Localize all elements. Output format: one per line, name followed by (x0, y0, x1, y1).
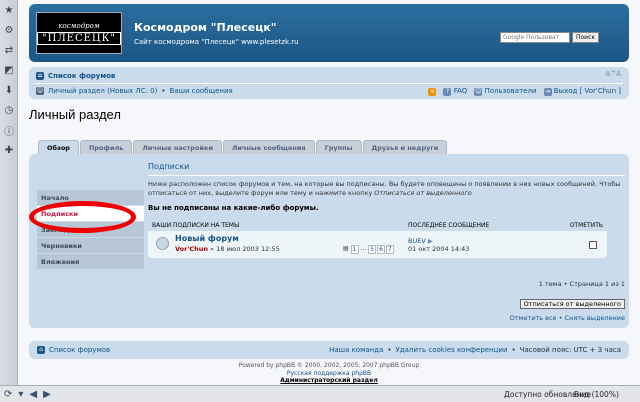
red-highlight-oval (29, 201, 136, 233)
delete-cookies-link[interactable]: Удалить cookies конференции (396, 346, 508, 354)
site-header: космодром "ПЛЕСЕЦК" Космодром "Плесецк" … (29, 4, 629, 62)
content-heading: Подписки (148, 162, 625, 176)
tab-preferences[interactable]: Личные настройки (133, 140, 222, 154)
refresh-icon[interactable]: ⟳ (4, 389, 12, 400)
tab-profile[interactable]: Профиль (79, 140, 133, 154)
members-link[interactable]: Пользователи (485, 87, 537, 95)
nav-bullet: • (161, 87, 166, 95)
faq-link[interactable]: FAQ (454, 87, 468, 95)
copyright: Powered by phpBB © 2000, 2002, 2005, 200… (29, 362, 629, 385)
logo-text-bottom: "ПЛЕСЕЦК" (37, 31, 121, 45)
page-link[interactable]: 5 (368, 245, 377, 254)
view-latest-icon[interactable]: ▶ (428, 237, 433, 245)
feed-icon[interactable]: ◩ (3, 64, 15, 76)
page-title: Личный раздел (29, 107, 121, 122)
support-link[interactable]: Русская поддержка phpBB (287, 370, 371, 377)
chevron-down-icon[interactable]: ▾ (18, 389, 23, 400)
timezone-text: Часовой пояс: UTC + 3 часа (519, 346, 621, 354)
unsubscribe-button[interactable]: Отписаться от выделенного (519, 299, 625, 309)
home-icon: ⌂ (36, 72, 44, 80)
footer-forum-list-link[interactable]: Список форумов (49, 346, 110, 354)
site-logo[interactable]: космодром "ПЛЕСЕЦК" (36, 12, 122, 54)
table-header: ВАШИ ПОДПИСКИ НА ТЕМЫ ПОСЛЕДНЕЕ СООБЩЕНИ… (148, 220, 607, 231)
menu-item-drafts[interactable]: Черновики (37, 238, 144, 253)
topic-author[interactable]: Vor'Chun (175, 245, 208, 253)
team-link[interactable]: Наша команда (329, 346, 383, 354)
tabs: Обзор Профиль Личные настройки Личные со… (38, 140, 448, 154)
site-title: Космодром "Плесецк" (134, 21, 277, 34)
logo-text-top: космодром (58, 21, 100, 30)
footer-navbar: ⌂ Список форумов Наша команда • Удалить c… (29, 341, 629, 359)
topic-meta: Vor'Chun » 18 июл 2003 12:55 (175, 245, 280, 253)
navbar: ⌂ Список форумов A^A ☺ Личный раздел (Но… (29, 67, 629, 99)
page-link[interactable]: 7 (385, 245, 394, 254)
header-mark: ОТМЕТИТЬ (569, 222, 603, 229)
header-topics: ВАШИ ПОДПИСКИ НА ТЕМЫ (152, 222, 240, 229)
back-icon[interactable]: ◀ (29, 389, 37, 400)
users-item[interactable]: ☺ Пользователи (474, 87, 537, 96)
search-button[interactable]: Поиск (571, 32, 599, 43)
search-box: Поиск (499, 32, 599, 43)
nav-divider (35, 83, 623, 84)
members-icon: ☺ (474, 88, 483, 96)
tab-friends-foes[interactable]: Друзья и недруги (362, 140, 448, 154)
page: космодром "ПЛЕСЕЦК" Космодром "Плесецк" … (18, 0, 640, 385)
zoom-level[interactable]: Вид (100%) (574, 390, 619, 399)
pages-icon: ▤ (343, 245, 349, 252)
ucp-panel: Начало Подписки Закладки Черновики Вложе… (29, 154, 629, 328)
tab-private-messages[interactable]: Личные сообщения (223, 140, 315, 154)
forum-list-link[interactable]: Список форумов (48, 72, 115, 80)
pagination: 1 тема • Страница 1 из 1 (538, 280, 625, 288)
star-icon[interactable]: ★ (3, 4, 15, 16)
search-input[interactable] (499, 32, 570, 43)
add-icon[interactable]: ✚ (3, 144, 15, 156)
intro-text: Ниже расположен список форумов и тем, на… (148, 180, 621, 197)
tab-overview[interactable]: Обзор (38, 140, 79, 154)
page-link[interactable]: 1 (350, 245, 359, 254)
status-bar: ⟳ ▾ ◀ ▶ Доступно обновление Вид (100%) (0, 385, 640, 402)
topic-title-link[interactable]: Новый форум (175, 234, 239, 243)
gear-icon[interactable]: ⚙ (3, 24, 15, 36)
logout-item[interactable]: ⇥ Выход [ Vor'Chun ] (543, 87, 621, 96)
browser-sidebar: ★ ⚙ ⇄ ◩ ⬇ ◷ ⓘ ✚ (0, 0, 18, 385)
faq-item[interactable]: ? FAQ (443, 87, 467, 96)
personal-section-link[interactable]: Личный раздел (Новых ЛС: 0) (48, 87, 157, 95)
table-row: Новый форум Vor'Chun » 18 июл 2003 12:55… (148, 231, 607, 258)
header-last-post: ПОСЛЕДНЕЕ СООБЩЕНИЕ (408, 222, 490, 229)
mark-all-link[interactable]: Отметить все (510, 314, 557, 322)
site-description: Сайт космодрома "Плесецк" www.plesetzk.r… (134, 38, 299, 46)
topic-date: » 18 июл 2003 12:55 (210, 245, 280, 253)
logout-link[interactable]: Выход [ Vor'Chun ] (554, 87, 621, 95)
subscribed-topics-table: ВАШИ ПОДПИСКИ НА ТЕМЫ ПОСЛЕДНЕЕ СООБЩЕНИ… (148, 220, 607, 258)
home-icon: ⌂ (37, 346, 45, 354)
your-posts-link[interactable]: Ваши сообщения (170, 87, 233, 95)
tab-groups[interactable]: Группы (315, 140, 362, 154)
download-icon[interactable]: ⬇ (3, 84, 15, 96)
help-icon: ? (443, 88, 452, 96)
clock-icon[interactable]: ◷ (3, 104, 15, 116)
rss-icon[interactable]: ≋ (428, 87, 437, 96)
share-icon[interactable]: ⇄ (3, 44, 15, 56)
forward-icon[interactable]: ▶ (43, 389, 51, 400)
unmark-link[interactable]: Снять выделение (565, 314, 625, 322)
logout-icon: ⇥ (543, 88, 552, 96)
mark-links: Отметить все • Снять выделение (509, 314, 625, 322)
admin-panel-link[interactable]: Администраторский раздел (280, 377, 378, 384)
last-post-author[interactable]: BUEV (408, 237, 426, 245)
topic-read-icon (156, 237, 169, 250)
no-forums-warning: Вы не подписаны на какие-либо форумы. (148, 204, 319, 212)
font-resize-icon[interactable]: A^A (606, 70, 621, 78)
menu-item-attachments[interactable]: Вложения (37, 254, 144, 269)
page-link[interactable]: 6 (377, 245, 385, 254)
user-icon: ☺ (36, 87, 44, 95)
topic-pages: ▤ 1 ... 5 6 7 (342, 245, 394, 254)
page-ellipsis: ... (360, 245, 367, 252)
ucp-content: Подписки Ниже расположен список форумов … (148, 162, 625, 322)
mark-checkbox[interactable] (589, 240, 597, 249)
powered-by: Powered by phpBB © 2000, 2002, 2005, 200… (238, 362, 420, 369)
last-post-date: 01 окт 2004 14:43 (408, 244, 470, 253)
info-icon[interactable]: ⓘ (3, 124, 15, 138)
